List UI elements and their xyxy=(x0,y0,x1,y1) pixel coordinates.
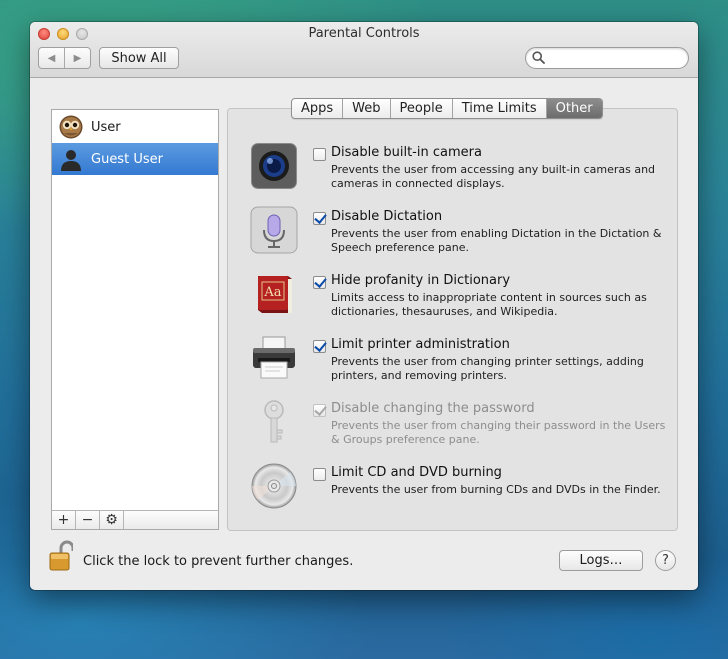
option-disable-camera: Disable built-in camera Prevents the use… xyxy=(250,143,680,205)
option-hide-profanity: Aa Hide profanity in Dictionary Limits a… xyxy=(250,273,680,333)
add-user-button[interactable]: + xyxy=(52,511,76,529)
title-bar: Parental Controls ◀ ▶ Show All xyxy=(30,22,698,78)
tab-bar: Apps Web People Time Limits Other xyxy=(291,98,603,119)
logs-button[interactable]: Logs… xyxy=(559,550,643,571)
search-input[interactable] xyxy=(548,50,682,66)
tab-web[interactable]: Web xyxy=(343,99,391,118)
user-list[interactable]: User Guest User xyxy=(51,109,219,530)
limit-disc-burning-checkbox[interactable] xyxy=(313,468,326,481)
window-title: Parental Controls xyxy=(308,26,420,41)
camera-icon xyxy=(251,143,297,189)
gear-icon[interactable]: ⚙ xyxy=(100,511,124,529)
tab-apps[interactable]: Apps xyxy=(292,99,344,118)
option-label: Disable changing the password xyxy=(331,401,535,416)
limit-printer-checkbox[interactable] xyxy=(313,340,326,353)
option-limit-disc-burning: Limit CD and DVD burning Prevents the us… xyxy=(250,463,680,525)
show-all-button[interactable]: Show All xyxy=(99,47,179,69)
option-description: Prevents the user from burning CDs and D… xyxy=(331,483,661,496)
user-list-footer: + − ⚙ xyxy=(51,510,219,530)
option-label: Hide profanity in Dictionary xyxy=(331,273,511,288)
option-limit-printer: Limit printer administration Prevents th… xyxy=(250,336,680,397)
chevron-right-icon: ▶ xyxy=(73,52,82,64)
guest-silhouette-icon xyxy=(61,150,81,171)
parental-controls-window: Parental Controls ◀ ▶ Show All User Gues… xyxy=(30,22,698,590)
option-disable-dictation: Disable Dictation Prevents the user from… xyxy=(250,206,680,269)
option-description: Prevents the user from accessing any bui… xyxy=(331,163,656,190)
tab-other[interactable]: Other xyxy=(546,99,602,118)
option-disable-password-change: Disable changing the password Prevents t… xyxy=(250,400,680,461)
hide-profanity-checkbox[interactable] xyxy=(313,276,326,289)
remove-user-button[interactable]: − xyxy=(76,511,100,529)
chevron-left-icon: ◀ xyxy=(47,52,56,64)
svg-text:Aa: Aa xyxy=(263,285,281,300)
help-button[interactable]: ? xyxy=(655,550,676,571)
lock-status-text: Click the lock to prevent further change… xyxy=(83,554,354,569)
option-description: Prevents the user from changing printer … xyxy=(331,355,644,382)
option-label: Limit CD and DVD burning xyxy=(331,465,502,480)
microphone-icon xyxy=(250,206,298,254)
back-button[interactable]: ◀ xyxy=(39,48,64,68)
forward-button[interactable]: ▶ xyxy=(64,48,90,68)
option-description: Limits access to inappropriate content i… xyxy=(331,291,647,318)
key-icon xyxy=(264,400,284,443)
user-name: Guest User xyxy=(91,151,163,167)
printer-icon xyxy=(253,336,295,379)
option-label: Limit printer administration xyxy=(331,337,510,352)
dictionary-icon: Aa xyxy=(258,276,292,313)
search-icon xyxy=(532,51,545,64)
user-name: User xyxy=(91,119,121,135)
disc-icon xyxy=(251,463,297,509)
search-field[interactable] xyxy=(525,47,689,69)
disable-dictation-checkbox[interactable] xyxy=(313,212,326,225)
option-label: Disable built-in camera xyxy=(331,145,482,160)
option-label: Disable Dictation xyxy=(331,209,443,224)
tab-people[interactable]: People xyxy=(391,99,453,118)
back-forward-buttons: ◀ ▶ xyxy=(38,47,91,69)
option-description: Prevents the user from enabling Dictatio… xyxy=(331,227,662,254)
user-list-item-user[interactable]: User xyxy=(52,111,218,143)
disable-password-change-checkbox xyxy=(313,404,326,417)
disable-camera-checkbox[interactable] xyxy=(313,148,326,161)
option-description: Prevents the user from changing their pa… xyxy=(331,419,666,446)
user-list-item-guest-user[interactable]: Guest User xyxy=(52,143,218,175)
unlocked-lock-icon[interactable] xyxy=(49,540,73,572)
tab-time-limits[interactable]: Time Limits xyxy=(453,99,547,118)
owl-avatar-icon xyxy=(59,115,83,139)
